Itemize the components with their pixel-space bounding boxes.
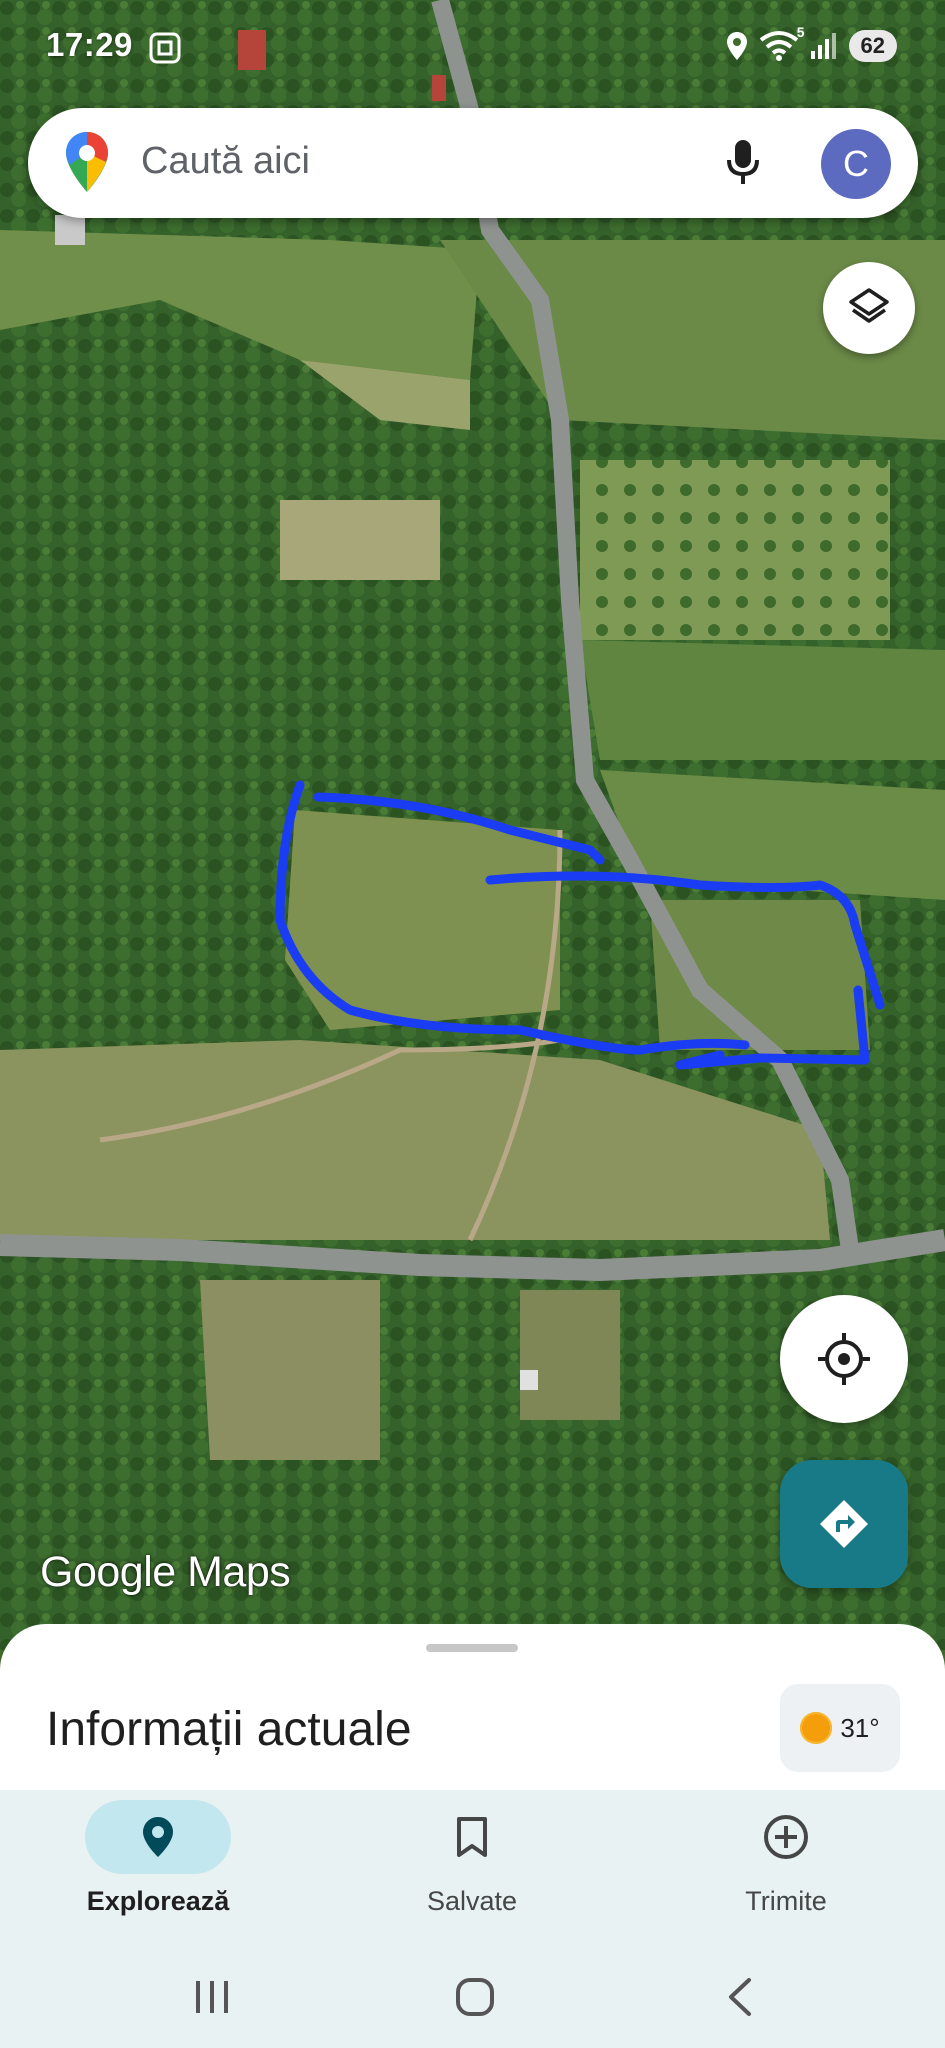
location-status-icon	[726, 32, 747, 60]
signal-icon	[810, 33, 836, 59]
back-icon[interactable]	[710, 1972, 770, 2022]
my-location-button[interactable]	[780, 1295, 908, 1423]
nav-contribute-icon-wrap	[713, 1800, 859, 1874]
bookmark-icon	[457, 1817, 487, 1857]
google-maps-watermark: Google Maps	[40, 1548, 291, 1596]
add-circle-icon	[764, 1815, 808, 1859]
nav-label-contribute: Trimite	[745, 1886, 827, 1916]
nav-saved-icon-wrap	[399, 1800, 545, 1874]
search-input[interactable]: Caută aici	[141, 140, 310, 183]
layers-icon	[849, 288, 889, 323]
nav-item-explore[interactable]: Explorează	[48, 1790, 268, 1950]
pin-icon	[143, 1817, 173, 1857]
screenshot-icon	[148, 31, 182, 70]
nav-explore-pill	[85, 1800, 231, 1874]
weather-temp: 31°	[840, 1712, 880, 1743]
nav-label-explore: Explorează	[86, 1886, 230, 1916]
directions-icon	[820, 1500, 868, 1548]
status-time: 17:29	[46, 26, 133, 63]
status-bar: 17:29 5 62	[0, 0, 945, 95]
wifi-badge: 5	[796, 24, 805, 40]
bottom-navigation: Explorează Salvate Trimite	[0, 1790, 945, 1950]
search-bar[interactable]: Caută aici C	[28, 108, 918, 218]
recents-icon[interactable]	[182, 1972, 242, 2022]
nav-item-saved[interactable]: Salvate	[362, 1790, 582, 1950]
drag-handle[interactable]	[426, 1644, 518, 1652]
google-maps-pin-icon	[64, 130, 110, 199]
directions-button[interactable]	[780, 1460, 908, 1588]
home-icon[interactable]	[445, 1972, 505, 2022]
mic-icon[interactable]	[725, 138, 761, 191]
system-navigation-bar	[0, 1950, 945, 2048]
crosshair-icon	[818, 1333, 870, 1385]
nav-label-saved: Salvate	[426, 1886, 518, 1916]
battery-indicator: 62	[848, 30, 897, 62]
wifi-icon: 5	[759, 24, 805, 62]
weather-chip[interactable]: 31°	[780, 1684, 900, 1772]
sun-icon	[800, 1712, 833, 1744]
nav-item-contribute[interactable]: Trimite	[676, 1790, 896, 1950]
layers-button[interactable]	[823, 262, 915, 354]
status-icons: 5 62	[725, 24, 897, 62]
sheet-title: Informații actuale	[46, 1703, 412, 1756]
account-avatar[interactable]: C	[821, 129, 891, 199]
